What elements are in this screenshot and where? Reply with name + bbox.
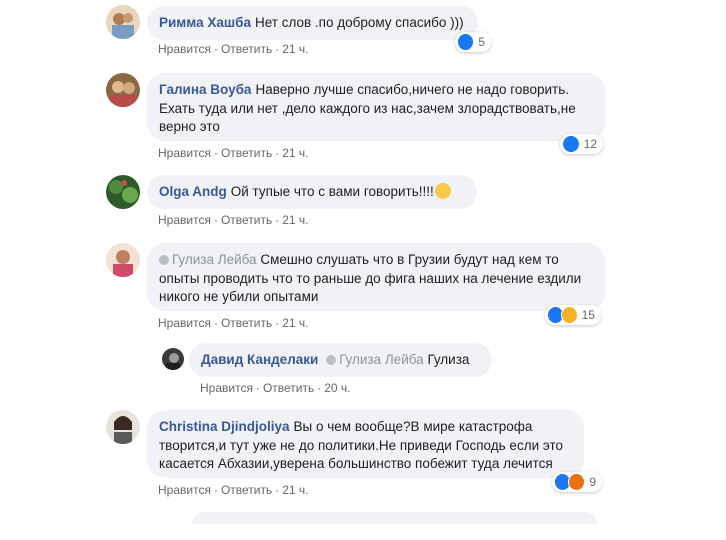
comment-text: Ой тупые что с вами говорить!!!! [230, 184, 434, 199]
timestamp[interactable]: 21 ч. [282, 146, 308, 160]
comment-text: Нет слов .по доброму спасибо ))) [254, 15, 464, 30]
comment-author[interactable]: Olga Andg [159, 184, 227, 199]
reaction-count: 9 [589, 475, 596, 489]
comment-bubble: Olga Andg Ой тупые что с вами говорить!!!… [147, 175, 477, 209]
comment-bubble: Гулиза Лейба Смешно слушать что в Грузии… [147, 243, 605, 311]
avatar[interactable] [162, 348, 184, 370]
user-tag-icon [159, 255, 169, 265]
comment-author[interactable]: Римма Хашба [159, 15, 251, 30]
timestamp[interactable]: 21 ч. [282, 213, 308, 227]
like-icon [457, 33, 475, 51]
timestamp[interactable]: 21 ч. [282, 483, 308, 497]
reply-link[interactable]: Ответить [221, 146, 272, 160]
avatar-photo-icon [162, 348, 184, 370]
angry-icon [568, 473, 586, 491]
avatar-photo-icon [106, 5, 140, 39]
avatar[interactable] [106, 175, 140, 209]
avatar-photo-icon [106, 175, 140, 209]
reaction-count: 12 [583, 137, 597, 151]
comment-author[interactable]: Давид Канделаки [201, 352, 318, 367]
comment-author[interactable]: Christina Djindjoliya [159, 419, 290, 434]
comment-bubble: Галина Воуба Наверно лучше спасибо,ничего… [147, 73, 605, 141]
reaction-summary[interactable]: 9 [552, 472, 602, 492]
reaction-summary[interactable]: 12 [560, 134, 603, 154]
avatar[interactable] [106, 410, 140, 444]
comment-bubble: Christina Djindjoliya Вы о чем вообще?В м… [147, 410, 584, 478]
like-link[interactable]: Нравится [158, 146, 211, 160]
reply-link[interactable]: Ответить [221, 42, 272, 56]
reply-link[interactable]: Ответить [221, 213, 272, 227]
reaction-count: 15 [581, 308, 595, 322]
reaction-summary[interactable]: 5 [455, 32, 491, 52]
avatar[interactable] [106, 73, 140, 107]
reply-link[interactable]: Ответить [221, 483, 272, 497]
avatar[interactable] [106, 243, 140, 277]
mention-tag[interactable]: Гулиза Лейба [159, 252, 257, 267]
timestamp[interactable]: 21 ч. [282, 42, 308, 56]
comment-bubble: Давид Канделаки Гулиза Лейба Гулиза [189, 343, 492, 377]
reply-link[interactable]: Ответить [263, 381, 314, 395]
mention-tag[interactable]: Гулиза Лейба [326, 352, 424, 367]
haha-icon [560, 306, 578, 324]
comment-actions: Нравится · Ответить · 21 ч. [158, 483, 309, 497]
like-link[interactable]: Нравится [158, 483, 211, 497]
reaction-count: 5 [478, 35, 485, 49]
reaction-summary[interactable]: 15 [545, 305, 601, 325]
avatar-photo-icon [106, 243, 140, 277]
timestamp[interactable]: 20 ч. [324, 381, 350, 395]
comment-author[interactable]: Галина Воуба [159, 82, 251, 97]
comment-bubble: Римма Хашба Нет слов .по доброму спасибо … [147, 6, 478, 40]
comment-actions: Нравится · Ответить · 21 ч. [158, 213, 309, 227]
next-comment-bubble-edge [192, 512, 597, 524]
like-icon [562, 135, 580, 153]
user-tag-icon [326, 355, 337, 365]
like-link[interactable]: Нравится [158, 42, 211, 56]
reply-link[interactable]: Ответить [221, 316, 272, 330]
avatar-photo-icon [106, 73, 140, 107]
thinking-face-emoji [434, 183, 451, 199]
comment-actions: Нравится · Ответить · 20 ч. [200, 381, 351, 395]
avatar[interactable] [106, 5, 140, 39]
like-link[interactable]: Нравится [158, 316, 211, 330]
timestamp[interactable]: 21 ч. [282, 316, 308, 330]
comment-actions: Нравится · Ответить · 21 ч. [158, 146, 309, 160]
comment-actions: Нравится · Ответить · 21 ч. [158, 316, 309, 330]
like-link[interactable]: Нравится [200, 381, 253, 395]
avatar-photo-icon [106, 410, 140, 444]
comment-text: Гулиза [427, 352, 470, 367]
like-link[interactable]: Нравится [158, 213, 211, 227]
comment-actions: Нравится · Ответить · 21 ч. [158, 42, 309, 56]
